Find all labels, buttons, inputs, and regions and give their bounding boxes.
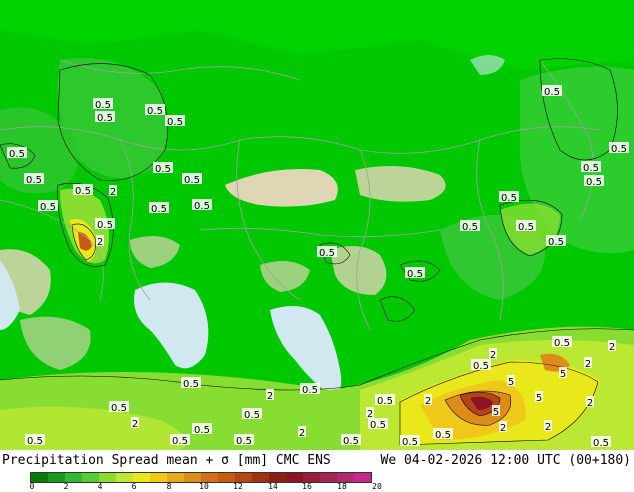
contour-label: 0.5 bbox=[27, 436, 43, 447]
contour-label: 0.5 bbox=[370, 420, 386, 431]
contour-label: 5 bbox=[508, 377, 514, 388]
contour-label: 0.5 bbox=[407, 269, 423, 280]
colorbar-swatch bbox=[235, 473, 252, 482]
contour-label: 0.5 bbox=[172, 436, 188, 447]
colorbar-swatch bbox=[337, 473, 354, 482]
colorbar-swatch bbox=[201, 473, 218, 482]
contour-label: 0.5 bbox=[544, 87, 560, 98]
map-title: Precipitation Spread mean + σ [mm] CMC E… bbox=[2, 453, 331, 468]
colorbar-swatch bbox=[133, 473, 150, 482]
colorbar-swatch bbox=[252, 473, 269, 482]
contour-label: 0.5 bbox=[583, 163, 599, 174]
contour-label: 0.5 bbox=[501, 193, 517, 204]
colorbar-swatch bbox=[184, 473, 201, 482]
contour-label: 2 bbox=[267, 391, 273, 402]
contour-label: 0.5 bbox=[194, 425, 210, 436]
contour-label: 0.5 bbox=[554, 338, 570, 349]
contour-label: 0.5 bbox=[343, 436, 359, 447]
contour-label: 0.5 bbox=[151, 204, 167, 215]
contour-label: 2 bbox=[609, 342, 615, 353]
contour-label: 2 bbox=[490, 350, 496, 361]
contour-label: 0.5 bbox=[184, 175, 200, 186]
colorbar-swatch bbox=[31, 473, 48, 482]
contour-label: 2 bbox=[585, 359, 591, 370]
contour-label: 0.5 bbox=[435, 430, 451, 441]
contour-label: 2 bbox=[500, 423, 506, 434]
contour-label: 0.5 bbox=[473, 361, 489, 372]
contour-label: 5 bbox=[536, 393, 542, 404]
colorbar-swatch bbox=[286, 473, 303, 482]
contour-label: 0.5 bbox=[244, 410, 260, 421]
contour-label: 0.5 bbox=[97, 113, 113, 124]
colorbar-swatch bbox=[218, 473, 235, 482]
precipitation-map: 0.50.50.50.50.50.50.50.50.50.5 0.520.50.5… bbox=[0, 0, 634, 450]
contour-label: 2 bbox=[110, 187, 116, 198]
contour-label: 2 bbox=[545, 422, 551, 433]
contour-label: 0.5 bbox=[75, 186, 91, 197]
colorbar-ticks: 0 2 4 6 8 10 12 14 16 18 20 bbox=[0, 482, 634, 492]
colorbar-swatch bbox=[167, 473, 184, 482]
contour-label: 0.5 bbox=[302, 385, 318, 396]
contour-label: 0.5 bbox=[95, 100, 111, 111]
colorbar-swatch bbox=[269, 473, 286, 482]
colorbar-swatch bbox=[99, 473, 116, 482]
contour-label: 0.5 bbox=[611, 144, 627, 155]
contour-label: 2 bbox=[299, 428, 305, 439]
contour-label: 0.5 bbox=[147, 106, 163, 117]
contour-label: 0.5 bbox=[111, 403, 127, 414]
colorbar-swatch bbox=[116, 473, 133, 482]
contour-label: 0.5 bbox=[593, 438, 609, 449]
contour-label: 0.5 bbox=[518, 222, 534, 233]
contour-label: 0.5 bbox=[155, 164, 171, 175]
colorbar-swatch bbox=[320, 473, 337, 482]
contour-label: 0.5 bbox=[97, 220, 113, 231]
contour-label: 5 bbox=[493, 407, 499, 418]
colorbar-swatch bbox=[82, 473, 99, 482]
contour-label: 0.5 bbox=[462, 222, 478, 233]
contour-label: 0.5 bbox=[183, 379, 199, 390]
colorbar-swatch bbox=[303, 473, 320, 482]
contour-label: 2 bbox=[587, 398, 593, 409]
contour-label: 2 bbox=[97, 237, 103, 248]
colorbar-swatch bbox=[354, 473, 371, 482]
colorbar-swatch bbox=[48, 473, 65, 482]
contour-label: 0.5 bbox=[194, 201, 210, 212]
contour-label: 2 bbox=[425, 396, 431, 407]
contour-label: 0.5 bbox=[319, 248, 335, 259]
colorbar-swatch bbox=[65, 473, 82, 482]
contour-label: 0.5 bbox=[40, 202, 56, 213]
contour-label: 0.5 bbox=[9, 149, 25, 160]
contour-label: 0.5 bbox=[26, 175, 42, 186]
contour-label: 5 bbox=[560, 369, 566, 380]
contour-label: 0.5 bbox=[586, 177, 602, 188]
contour-label: 0.5 bbox=[377, 396, 393, 407]
contour-label: 0.5 bbox=[167, 117, 183, 128]
forecast-datetime: We 04-02-2026 12:00 UTC (00+180) bbox=[380, 453, 631, 468]
contour-label: 0.5 bbox=[402, 437, 418, 448]
contour-label: 2 bbox=[132, 419, 138, 430]
contour-label: 0.5 bbox=[548, 237, 564, 248]
colorbar-swatch bbox=[150, 473, 167, 482]
footer: Precipitation Spread mean + σ [mm] CMC E… bbox=[0, 450, 634, 492]
contour-label: 0.5 bbox=[236, 436, 252, 447]
